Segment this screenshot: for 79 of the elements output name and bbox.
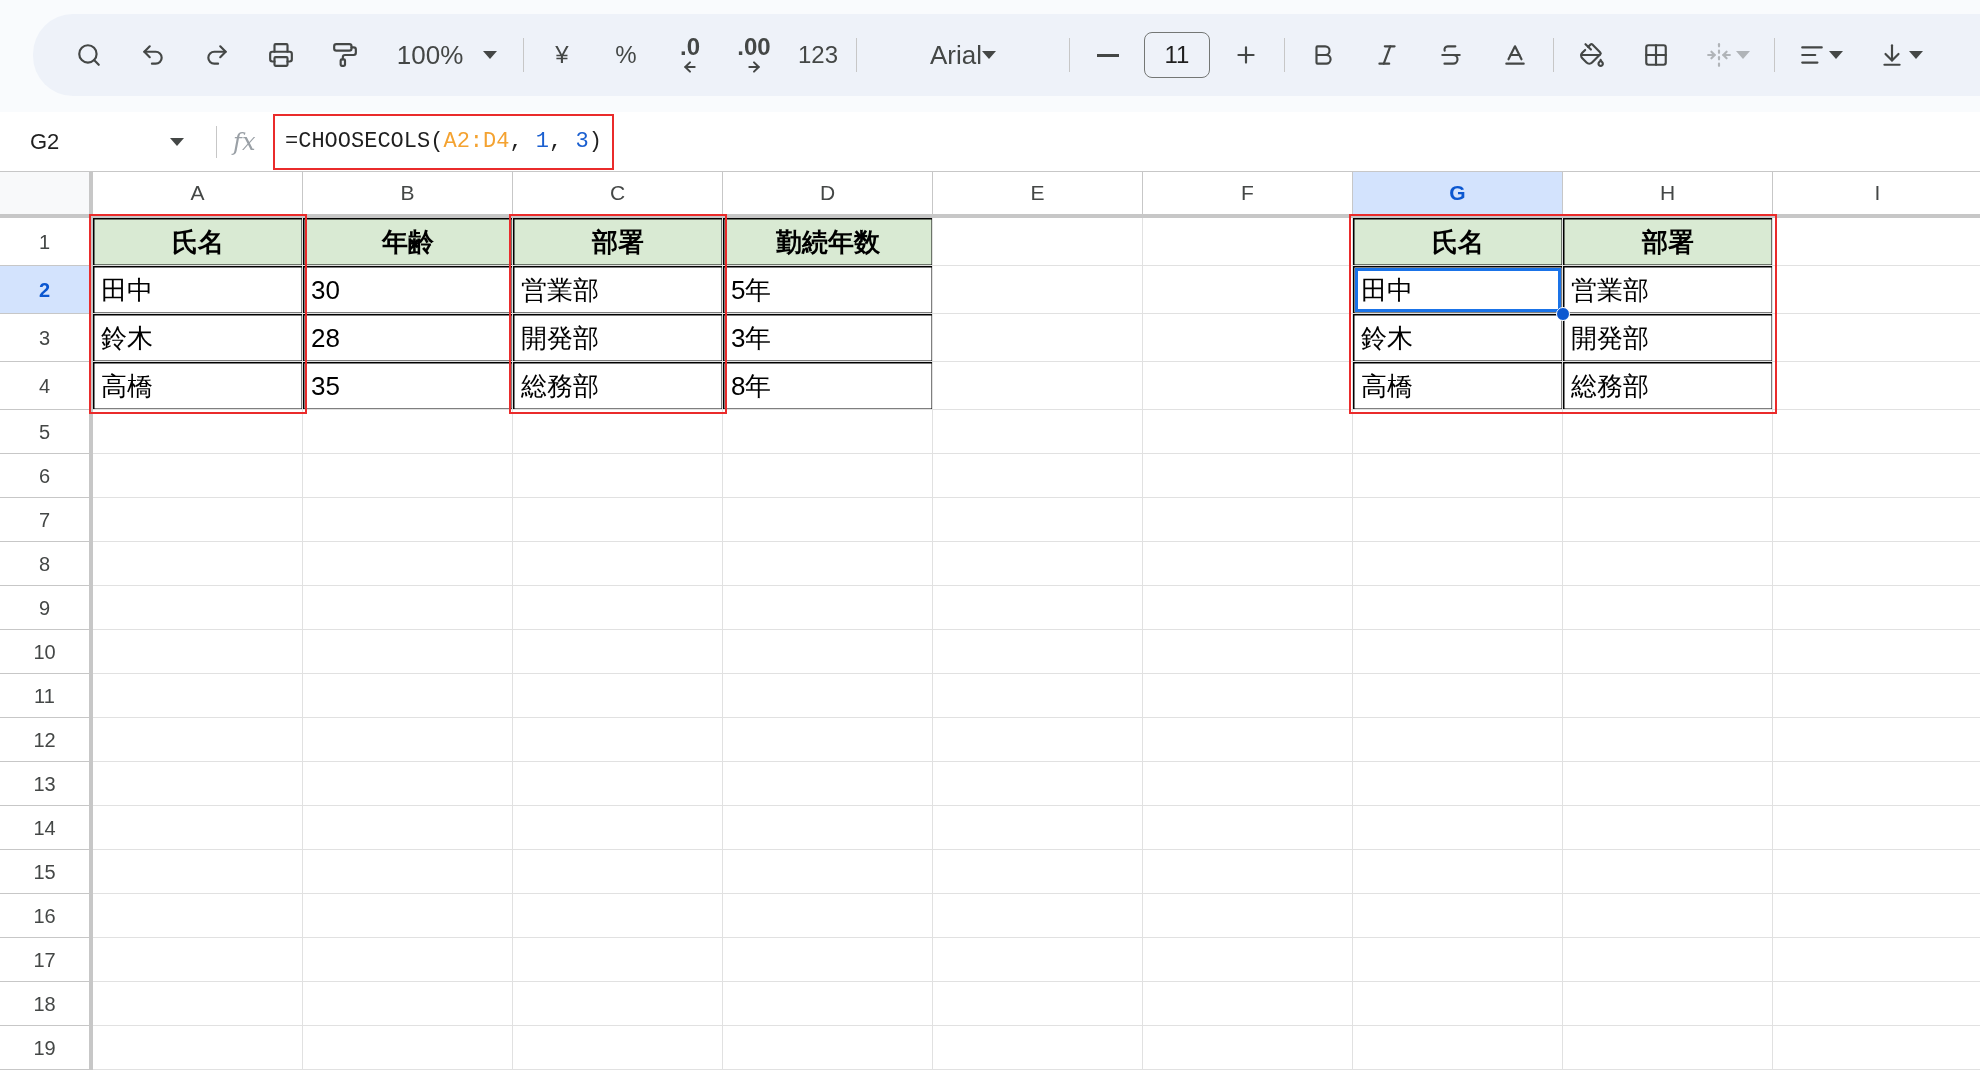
search-icon <box>76 42 102 68</box>
column-header[interactable]: E <box>933 172 1143 218</box>
undo-icon <box>140 42 166 68</box>
row-header[interactable]: 1 <box>0 218 93 266</box>
caret-icon <box>1736 51 1750 59</box>
row-header[interactable]: 13 <box>0 762 93 806</box>
minus-icon <box>1097 53 1119 57</box>
fx-label: fx <box>233 126 257 158</box>
table-cell: 28 <box>303 314 513 362</box>
row-header[interactable]: 12 <box>0 718 93 762</box>
header-cell: 部署 <box>513 218 723 266</box>
row-header[interactable]: 11 <box>0 674 93 718</box>
column-header[interactable]: G <box>1353 172 1563 218</box>
header-cell: 氏名 <box>93 218 303 266</box>
row-header[interactable]: 5 <box>0 410 93 454</box>
table-cell: 8年 <box>723 362 933 410</box>
table-cell: 営業部 <box>513 266 723 314</box>
row-header[interactable]: 9 <box>0 586 93 630</box>
row-header[interactable]: 18 <box>0 982 93 1026</box>
header-cell: 部署 <box>1563 218 1773 266</box>
table-cell: 5年 <box>723 266 933 314</box>
row-header[interactable]: 7 <box>0 498 93 542</box>
format-button[interactable]: ¥ <box>530 31 594 79</box>
paint-bucket-icon <box>1579 42 1605 68</box>
format-button[interactable]: 123 <box>786 31 850 79</box>
column-header[interactable]: D <box>723 172 933 218</box>
caret-icon <box>1829 51 1843 59</box>
column-header[interactable]: F <box>1143 172 1353 218</box>
table-cell: 総務部 <box>1563 362 1773 410</box>
row-header[interactable]: 15 <box>0 850 93 894</box>
printer-icon <box>268 42 294 68</box>
column-header[interactable]: B <box>303 172 513 218</box>
formula-field[interactable]: =CHOOSECOLS(A2:D4, 1, 3) <box>273 113 614 170</box>
table-cell: 田中 <box>93 266 303 314</box>
table-cell: 営業部 <box>1563 266 1773 314</box>
borders-icon <box>1643 42 1669 68</box>
row-header[interactable]: 2 <box>0 266 93 314</box>
decrease-decimal-button[interactable]: .0 <box>658 31 722 79</box>
row-header[interactable]: 14 <box>0 806 93 850</box>
column-header[interactable]: H <box>1563 172 1773 218</box>
column-header[interactable]: A <box>93 172 303 218</box>
row-header[interactable]: 3 <box>0 314 93 362</box>
paint-roller-icon <box>332 42 358 68</box>
redo-icon <box>204 42 230 68</box>
row-header[interactable]: 16 <box>0 894 93 938</box>
row-header[interactable]: 6 <box>0 454 93 498</box>
text-color-icon <box>1502 42 1528 68</box>
font-size-field[interactable]: 11 <box>1144 32 1210 78</box>
table-cell: 35 <box>303 362 513 410</box>
row-header[interactable]: 10 <box>0 630 93 674</box>
font-dropdown[interactable]: Arial <box>863 31 1063 79</box>
table-cell: 30 <box>303 266 513 314</box>
column-header[interactable]: C <box>513 172 723 218</box>
caret-icon <box>982 51 996 59</box>
table-cell: 高橋 <box>93 362 303 410</box>
table-cell: 鈴木 <box>1353 314 1563 362</box>
caret-icon <box>1909 51 1923 59</box>
table-cell: 高橋 <box>1353 362 1563 410</box>
zoom-dropdown[interactable]: 100% <box>377 31 517 79</box>
row-header[interactable]: 17 <box>0 938 93 982</box>
caret-icon <box>170 137 184 146</box>
name-box[interactable]: G2 <box>0 118 200 165</box>
header-cell: 年齢 <box>303 218 513 266</box>
row-header[interactable]: 8 <box>0 542 93 586</box>
formula-text: =CHOOSECOLS(A2:D4, 1, 3) <box>285 128 602 156</box>
strikethrough-icon <box>1438 42 1464 68</box>
table-cell: 総務部 <box>513 362 723 410</box>
row-header[interactable]: 4 <box>0 362 93 410</box>
merge-icon <box>1706 42 1732 68</box>
format-button[interactable]: % <box>594 31 658 79</box>
increase-decimal-button[interactable]: .00 <box>722 31 786 79</box>
row-header[interactable]: 19 <box>0 1026 93 1070</box>
table-cell: 開発部 <box>513 314 723 362</box>
table-cell: 開発部 <box>1563 314 1773 362</box>
table-cell: 鈴木 <box>93 314 303 362</box>
table-cell: 3年 <box>723 314 933 362</box>
caret-icon <box>483 51 498 59</box>
header-cell: 勤続年数 <box>723 218 933 266</box>
header-cell: 氏名 <box>1353 218 1563 266</box>
